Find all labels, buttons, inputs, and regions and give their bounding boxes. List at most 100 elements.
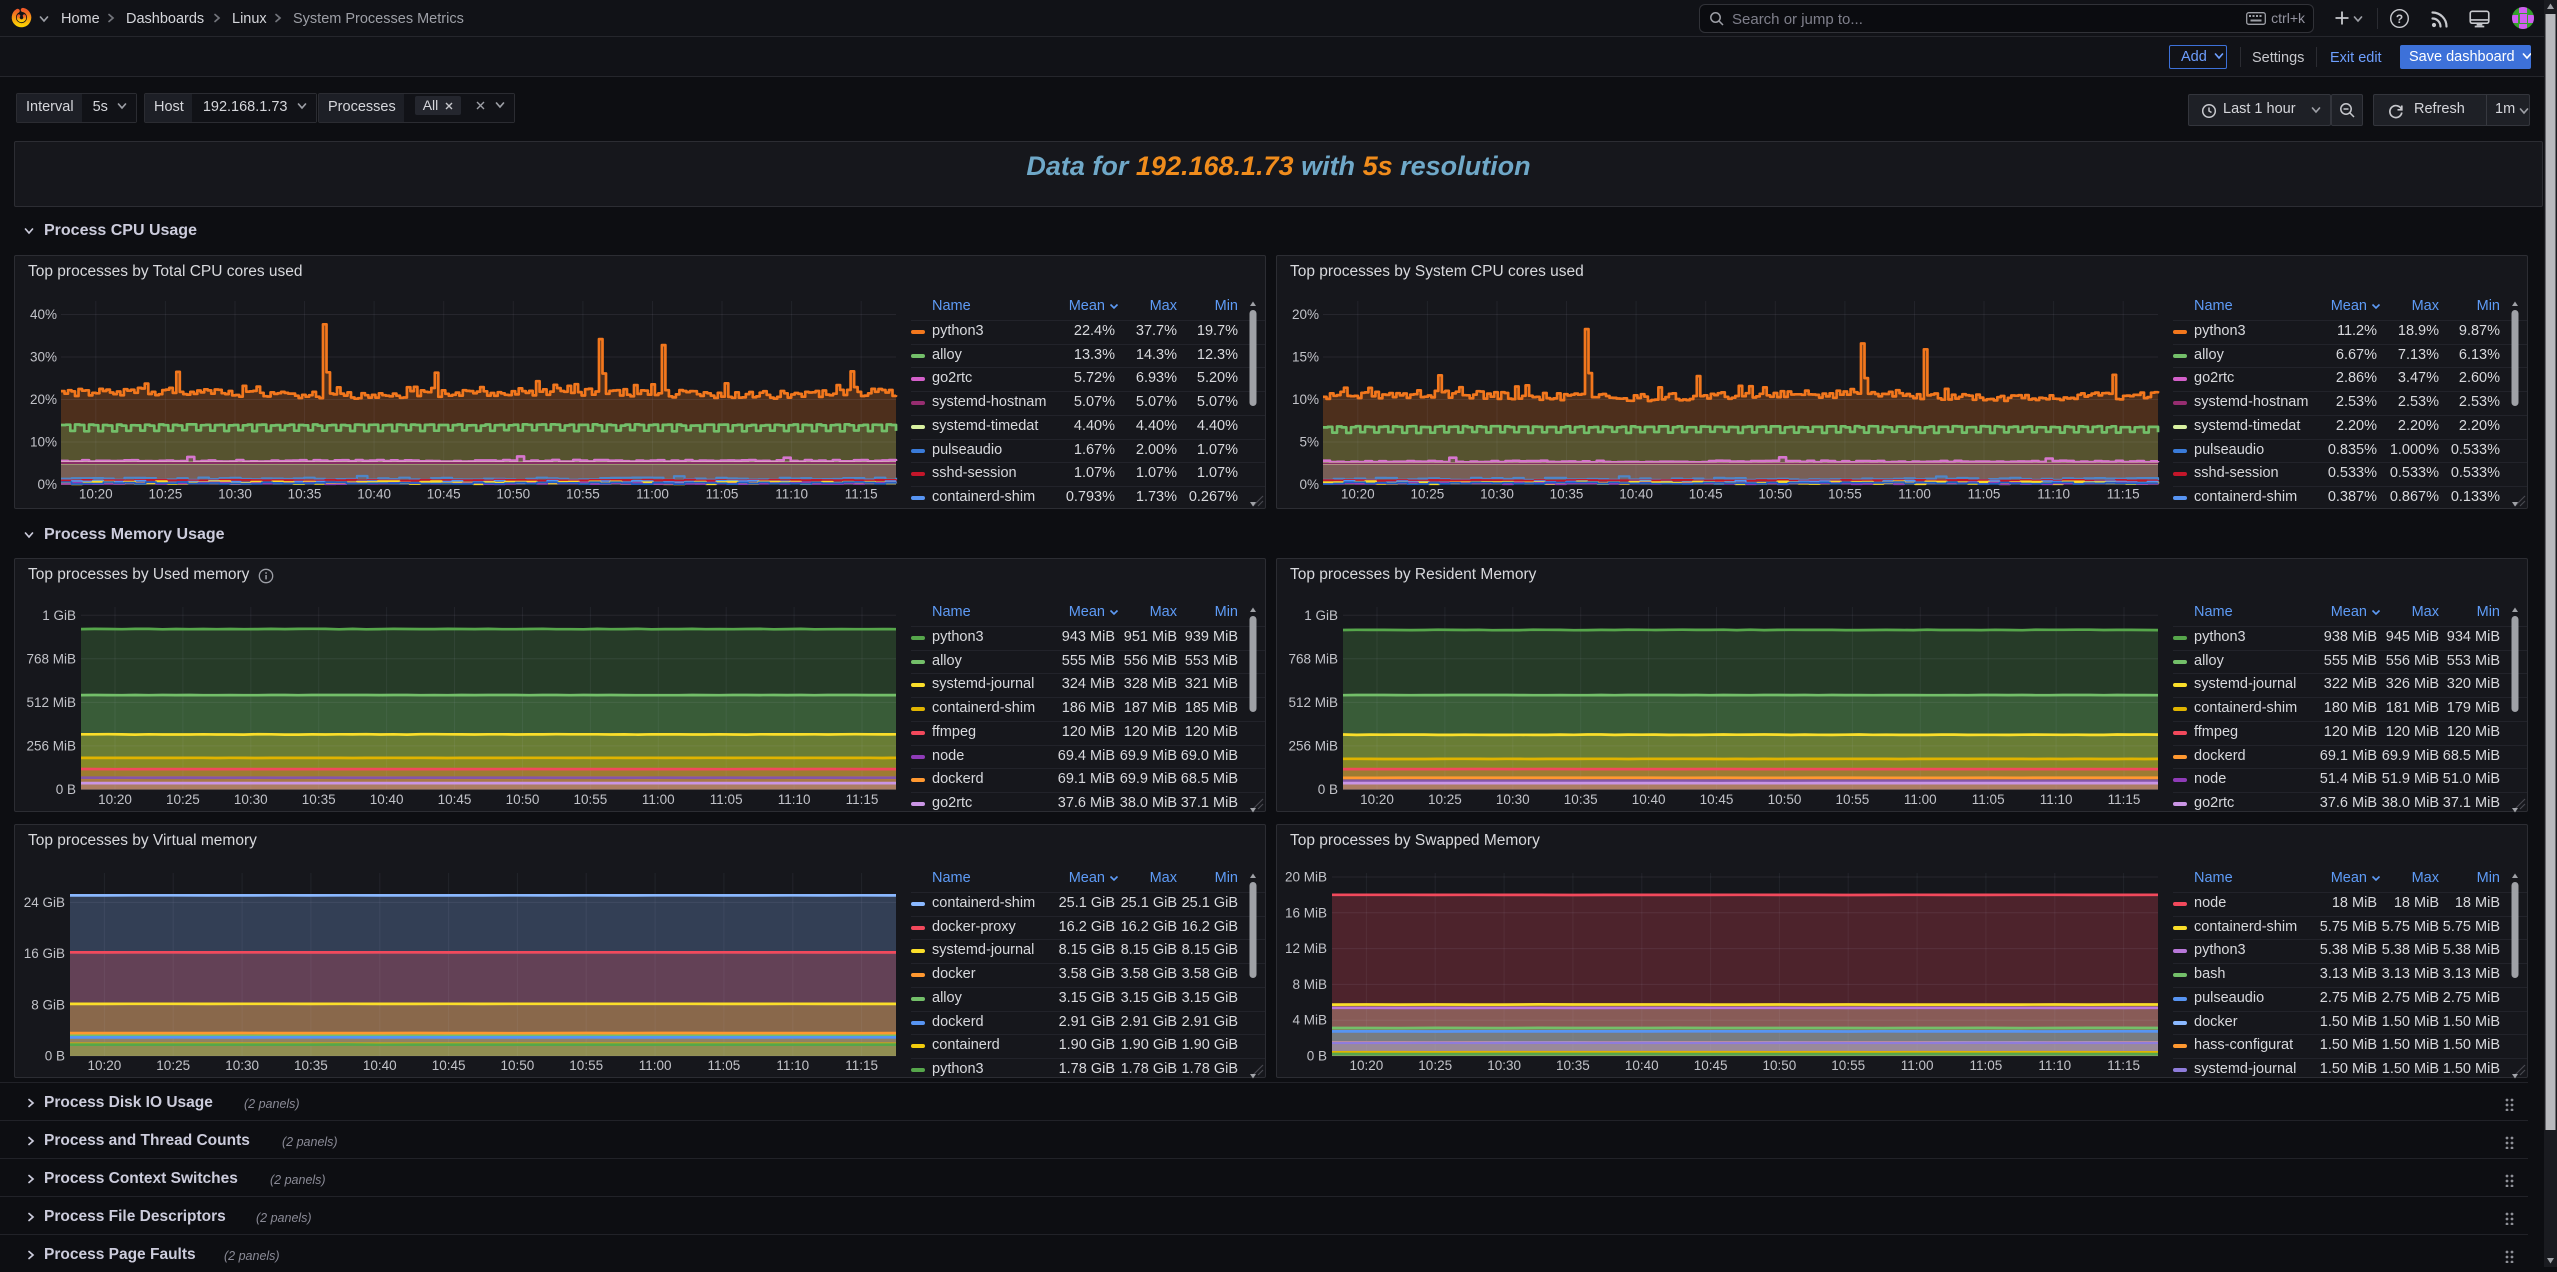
svg-text:0 B: 0 B (56, 782, 76, 797)
svg-text:16 MiB: 16 MiB (1285, 905, 1327, 920)
svg-text:16 GiB: 16 GiB (24, 946, 65, 961)
svg-text:1 GiB: 1 GiB (42, 608, 76, 623)
svg-text:1 GiB: 1 GiB (1304, 608, 1338, 623)
svg-text:11:15: 11:15 (846, 792, 879, 807)
svg-text:10:55: 10:55 (1836, 792, 1870, 807)
svg-text:10:50: 10:50 (1763, 1058, 1797, 1073)
svg-text:10:45: 10:45 (427, 487, 461, 502)
svg-text:24 GiB: 24 GiB (24, 895, 65, 910)
svg-text:10:25: 10:25 (1428, 792, 1462, 807)
svg-text:10%: 10% (1292, 392, 1319, 407)
svg-text:11:10: 11:10 (2038, 1058, 2071, 1073)
svg-text:11:05: 11:05 (708, 1058, 741, 1073)
svg-text:10:55: 10:55 (566, 487, 600, 502)
svg-text:11:00: 11:00 (1898, 487, 1931, 502)
svg-text:10:55: 10:55 (1831, 1058, 1865, 1073)
svg-text:10:50: 10:50 (1758, 487, 1792, 502)
svg-text:11:00: 11:00 (642, 792, 675, 807)
svg-text:10:40: 10:40 (1619, 487, 1653, 502)
svg-text:11:00: 11:00 (1904, 792, 1937, 807)
svg-text:30%: 30% (30, 350, 57, 365)
svg-text:10:55: 10:55 (569, 1058, 603, 1073)
svg-text:512 MiB: 512 MiB (1288, 695, 1338, 710)
svg-text:256 MiB: 256 MiB (26, 738, 76, 753)
svg-text:10:50: 10:50 (506, 792, 540, 807)
svg-text:10:25: 10:25 (149, 487, 183, 502)
svg-text:11:05: 11:05 (710, 792, 743, 807)
svg-text:768 MiB: 768 MiB (1288, 651, 1338, 666)
svg-text:10:20: 10:20 (1360, 792, 1394, 807)
svg-text:10:35: 10:35 (1564, 792, 1598, 807)
svg-text:?: ? (2396, 12, 2403, 26)
svg-text:11:10: 11:10 (778, 792, 811, 807)
svg-text:11:10: 11:10 (2040, 792, 2073, 807)
svg-text:0 B: 0 B (1318, 782, 1338, 797)
svg-text:10:20: 10:20 (1350, 1058, 1384, 1073)
svg-text:10:30: 10:30 (218, 487, 252, 502)
svg-text:11:10: 11:10 (775, 487, 808, 502)
svg-text:10:25: 10:25 (156, 1058, 190, 1073)
svg-text:12 MiB: 12 MiB (1285, 941, 1327, 956)
svg-text:10:20: 10:20 (98, 792, 132, 807)
svg-text:10:45: 10:45 (1689, 487, 1723, 502)
svg-text:10:40: 10:40 (370, 792, 404, 807)
svg-text:10:50: 10:50 (501, 1058, 535, 1073)
svg-text:11:15: 11:15 (2107, 1058, 2140, 1073)
svg-text:15%: 15% (1292, 350, 1319, 365)
svg-text:512 MiB: 512 MiB (26, 695, 76, 710)
svg-text:768 MiB: 768 MiB (26, 651, 76, 666)
svg-text:11:00: 11:00 (1901, 1058, 1934, 1073)
svg-text:11:05: 11:05 (1970, 1058, 2003, 1073)
svg-text:11:15: 11:15 (2108, 792, 2141, 807)
svg-text:11:10: 11:10 (776, 1058, 809, 1073)
svg-text:10:40: 10:40 (357, 487, 391, 502)
svg-text:10:30: 10:30 (234, 792, 268, 807)
svg-text:10:40: 10:40 (363, 1058, 397, 1073)
svg-text:10%: 10% (30, 435, 57, 450)
svg-text:10:35: 10:35 (294, 1058, 328, 1073)
svg-text:8 GiB: 8 GiB (31, 997, 65, 1012)
svg-text:4 MiB: 4 MiB (1292, 1013, 1327, 1028)
svg-text:11:05: 11:05 (1968, 487, 2001, 502)
svg-text:10:30: 10:30 (1487, 1058, 1521, 1073)
svg-text:10:50: 10:50 (496, 487, 530, 502)
svg-text:11:15: 11:15 (2107, 487, 2140, 502)
svg-text:10:45: 10:45 (438, 792, 472, 807)
svg-text:5%: 5% (1299, 435, 1319, 450)
svg-text:20%: 20% (1292, 307, 1319, 322)
svg-text:10:55: 10:55 (1828, 487, 1862, 502)
svg-text:10:55: 10:55 (574, 792, 608, 807)
svg-text:11:05: 11:05 (1972, 792, 2005, 807)
svg-text:20 MiB: 20 MiB (1285, 870, 1327, 885)
svg-text:256 MiB: 256 MiB (1288, 738, 1338, 753)
svg-text:10:20: 10:20 (88, 1058, 122, 1073)
svg-text:10:30: 10:30 (225, 1058, 259, 1073)
svg-text:10:25: 10:25 (1418, 1058, 1452, 1073)
svg-text:40%: 40% (30, 307, 57, 322)
svg-text:0 B: 0 B (1307, 1049, 1327, 1064)
svg-text:10:35: 10:35 (1550, 487, 1584, 502)
svg-text:11:00: 11:00 (636, 487, 669, 502)
svg-text:10:50: 10:50 (1768, 792, 1802, 807)
svg-text:10:45: 10:45 (432, 1058, 466, 1073)
svg-text:11:05: 11:05 (706, 487, 739, 502)
svg-text:10:35: 10:35 (302, 792, 336, 807)
svg-text:10:45: 10:45 (1700, 792, 1734, 807)
svg-text:10:40: 10:40 (1625, 1058, 1659, 1073)
svg-text:10:20: 10:20 (79, 487, 113, 502)
svg-text:10:30: 10:30 (1496, 792, 1530, 807)
svg-text:10:25: 10:25 (166, 792, 200, 807)
svg-text:0%: 0% (1299, 477, 1319, 492)
svg-text:10:35: 10:35 (1556, 1058, 1590, 1073)
svg-text:11:00: 11:00 (639, 1058, 672, 1073)
svg-text:20%: 20% (30, 392, 57, 407)
svg-text:10:45: 10:45 (1694, 1058, 1728, 1073)
svg-text:11:10: 11:10 (2037, 487, 2070, 502)
svg-text:8 MiB: 8 MiB (1292, 977, 1327, 992)
svg-text:10:30: 10:30 (1480, 487, 1514, 502)
svg-text:0 B: 0 B (45, 1049, 65, 1064)
svg-text:11:15: 11:15 (845, 1058, 878, 1073)
svg-text:11:15: 11:15 (845, 487, 878, 502)
svg-text:10:40: 10:40 (1632, 792, 1666, 807)
svg-text:10:20: 10:20 (1341, 487, 1375, 502)
